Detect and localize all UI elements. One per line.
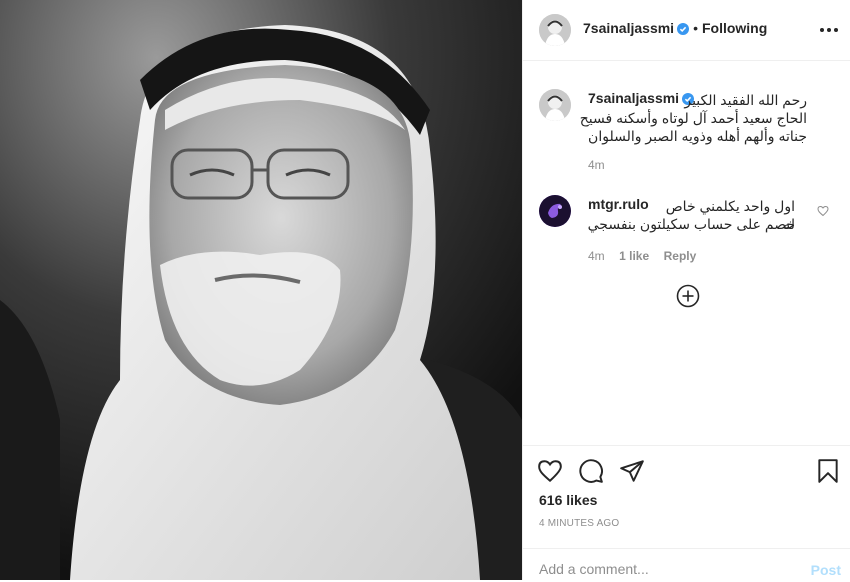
caption-line-1: رحم الله الفقيد الكبير	[684, 92, 807, 108]
post-actions: 616 likes 4 MINUTES AGO Post	[523, 445, 850, 581]
share-icon[interactable]	[619, 458, 645, 484]
caption-timestamp[interactable]: 4m	[588, 158, 605, 172]
comment-likes-count[interactable]: 1 like	[619, 249, 649, 263]
author-username[interactable]: 7sainaljassmi	[583, 20, 674, 36]
caption-line-2: الحاج سعيد أحمد آل لوتاه وأسكنه فسيح	[579, 110, 807, 126]
following-button[interactable]: Following	[702, 20, 767, 36]
comment-composer: Post	[523, 548, 850, 582]
commenter-username[interactable]: mtgr.rulo	[588, 196, 649, 212]
verified-badge-icon	[677, 22, 690, 35]
photo-image	[0, 0, 522, 580]
post-side-panel: 7sainaljassmi • Following 7sainaljassmi رح…	[522, 0, 850, 580]
author-avatar[interactable]	[539, 14, 571, 46]
post-photo[interactable]	[0, 0, 522, 580]
header-text-row: 7sainaljassmi • Following	[583, 20, 767, 38]
comment-like-heart-icon[interactable]	[817, 205, 829, 217]
caption-line-3: جناته وألهم أهله وذويه الصبر والسلوان	[588, 128, 807, 144]
comment-input[interactable]	[539, 561, 789, 577]
comment-timestamp[interactable]: 4m	[588, 249, 605, 263]
post-timestamp[interactable]: 4 MINUTES AGO	[539, 518, 619, 529]
comment-icon[interactable]	[578, 458, 604, 484]
comment-reply-button[interactable]: Reply	[664, 249, 697, 263]
more-options-icon[interactable]	[817, 18, 841, 42]
comment-line-2: خصم على حساب سكيلتون بنفسجي	[587, 216, 795, 232]
post-header: 7sainaljassmi • Following	[523, 0, 850, 61]
heart-icon[interactable]	[537, 458, 563, 484]
plus-circle-icon[interactable]	[676, 284, 700, 308]
caption-author-username[interactable]: 7sainaljassmi	[588, 90, 679, 106]
bookmark-icon[interactable]	[815, 458, 841, 484]
likes-count[interactable]: 616 likes	[539, 492, 597, 508]
comment-meta-row: 4m 1 like Reply	[588, 247, 696, 265]
post-comment-button[interactable]: Post	[811, 562, 841, 578]
separator-dot: •	[693, 20, 698, 36]
